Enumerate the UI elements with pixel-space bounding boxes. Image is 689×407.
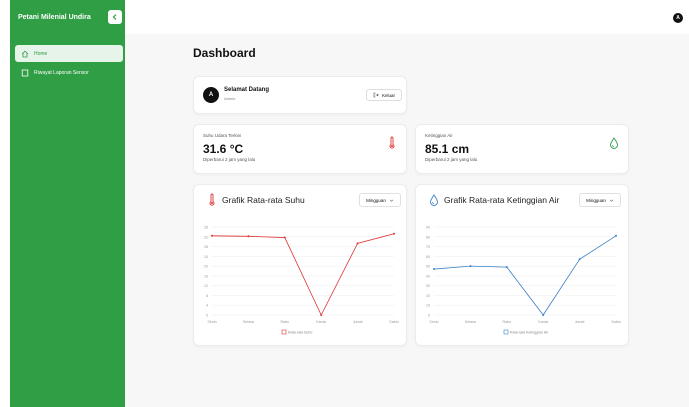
water-level-chart-card: Grafik Rata-rata Ketinggian Air Mingguan… [415, 184, 629, 346]
stat-value: 31.6 °C [203, 142, 244, 156]
y-tick-label: 40 [426, 274, 430, 278]
chevron-down-icon [389, 199, 394, 202]
data-point [578, 258, 581, 261]
chart-legend: Rata-rata Ketinggian Air [503, 329, 549, 335]
water-level-line-chart: 90 80 70 60 50 40 30 20 10 0 Senin Selasa Rabu Kamis J… [426, 226, 621, 335]
y-tick-label: 12 [204, 284, 208, 288]
y-tick-label: 90 [426, 226, 430, 230]
sidebar-item-label: Riwayat Laporan Sensor [34, 69, 89, 76]
series-line [433, 235, 617, 316]
legend-swatch [503, 329, 509, 335]
period-select[interactable]: Mingguan [359, 193, 401, 207]
legend-label: Rata-rata Ketinggian Air [510, 330, 549, 334]
water-drop-icon [610, 137, 618, 149]
data-point [356, 242, 359, 245]
x-tick-label: Sabtu [611, 320, 620, 324]
chevron-down-icon [609, 199, 614, 202]
x-tick-label: Rabu [281, 320, 290, 324]
x-tick-label: Kamis [538, 320, 548, 324]
stat-note: Diperbarui 2 jam yang lalu [203, 157, 256, 162]
sidebar: Petani Milenial Undira Home Riwayat Lapo… [10, 0, 125, 407]
data-point [505, 266, 508, 269]
logout-button[interactable]: Keluar [366, 89, 402, 101]
logout-label: Keluar [381, 92, 395, 98]
x-tick-label: Jumat [353, 320, 363, 324]
sidebar-item-home[interactable]: Home [15, 45, 123, 62]
sidebar-item-sensor-reports[interactable]: Riwayat Laporan Sensor [15, 64, 123, 81]
period-select-value: Mingguan [366, 197, 386, 203]
data-point [469, 265, 472, 268]
data-point [393, 232, 395, 235]
y-tick-label: 16 [204, 274, 208, 278]
x-tick-label: Jumat [575, 320, 585, 324]
x-tick-label: Kamis [316, 320, 326, 324]
data-point [211, 234, 213, 237]
y-tick-label: 24 [204, 255, 208, 259]
data-point [542, 314, 545, 316]
x-tick-label: Rabu [503, 320, 512, 324]
data-point [433, 268, 435, 271]
chart-legend: Rata-rata Suhu [281, 329, 312, 335]
chart-title: Grafik Rata-rata Suhu [222, 195, 305, 205]
y-tick-label: 35 [204, 226, 208, 230]
stat-value: 85.1 cm [425, 142, 470, 156]
avatar: A [203, 87, 219, 103]
chart-title: Grafik Rata-rata Ketinggian Air [444, 195, 560, 205]
user-avatar[interactable]: A [673, 13, 683, 23]
y-tick-label: 0 [428, 314, 430, 318]
legend-swatch [281, 329, 287, 335]
y-tick-label: 20 [426, 294, 430, 298]
temperature-line-chart: 35 32 28 24 20 16 12 8 4 0 Senin Selasa Rabu Kamis Jum… [204, 226, 399, 335]
data-point [283, 236, 286, 239]
stat-label: Ketinggian Air [425, 133, 453, 138]
y-tick-label: 50 [426, 265, 430, 269]
x-tick-label: Senin [207, 320, 216, 324]
y-tick-label: 70 [426, 245, 430, 249]
x-tick-label: Selasa [243, 320, 254, 324]
stat-note: Diperbarui 2 jam yang lalu [425, 157, 478, 162]
period-select-value: Mingguan [586, 197, 606, 203]
y-tick-label: 32 [204, 235, 208, 239]
water-drop-icon [430, 194, 438, 206]
thermometer-icon [209, 193, 215, 206]
sidebar-collapse-button[interactable] [108, 10, 122, 24]
thermometer-icon [389, 136, 395, 149]
x-tick-label: Sabtu [389, 320, 398, 324]
y-tick-label: 30 [426, 284, 430, 288]
water-level-stat-card: Ketinggian Air 85.1 cm Diperbarui 2 jam … [415, 124, 629, 174]
logout-icon [373, 92, 379, 98]
home-icon [21, 50, 29, 58]
y-tick-label: 80 [426, 235, 430, 239]
welcome-subtitle: Admin [224, 96, 236, 101]
y-tick-label: 60 [426, 255, 430, 259]
legend-label: Rata-rata Suhu [288, 330, 312, 334]
data-point [247, 235, 250, 238]
welcome-title: Selamat Datang [224, 87, 270, 93]
y-tick-label: 10 [426, 304, 430, 308]
sidebar-item-label: Home [34, 50, 48, 57]
series-line [211, 233, 395, 316]
y-tick-label: 8 [206, 294, 208, 298]
welcome-card: A Selamat Datang Admin Keluar [193, 76, 407, 114]
x-tick-label: Selasa [465, 320, 476, 324]
x-tick-label: Senin [429, 320, 438, 324]
document-icon [21, 69, 29, 77]
y-tick-label: 28 [204, 245, 208, 249]
temperature-chart-card: Grafik Rata-rata Suhu Mingguan 35 32 28 24 2… [193, 184, 407, 346]
y-tick-label: 0 [206, 314, 208, 318]
period-select[interactable]: Mingguan [579, 193, 621, 207]
chevron-left-icon [112, 14, 117, 20]
app-title: Petani Milenial Undira [18, 13, 91, 21]
temperature-stat-card: Suhu Udara Terkini 31.6 °C Diperbarui 2 … [193, 124, 407, 174]
page-title: Dashboard [193, 46, 256, 60]
y-tick-label: 4 [206, 304, 208, 308]
stat-label: Suhu Udara Terkini [203, 133, 242, 138]
data-point [615, 234, 617, 237]
y-tick-label: 20 [204, 265, 208, 269]
data-point [320, 314, 323, 316]
